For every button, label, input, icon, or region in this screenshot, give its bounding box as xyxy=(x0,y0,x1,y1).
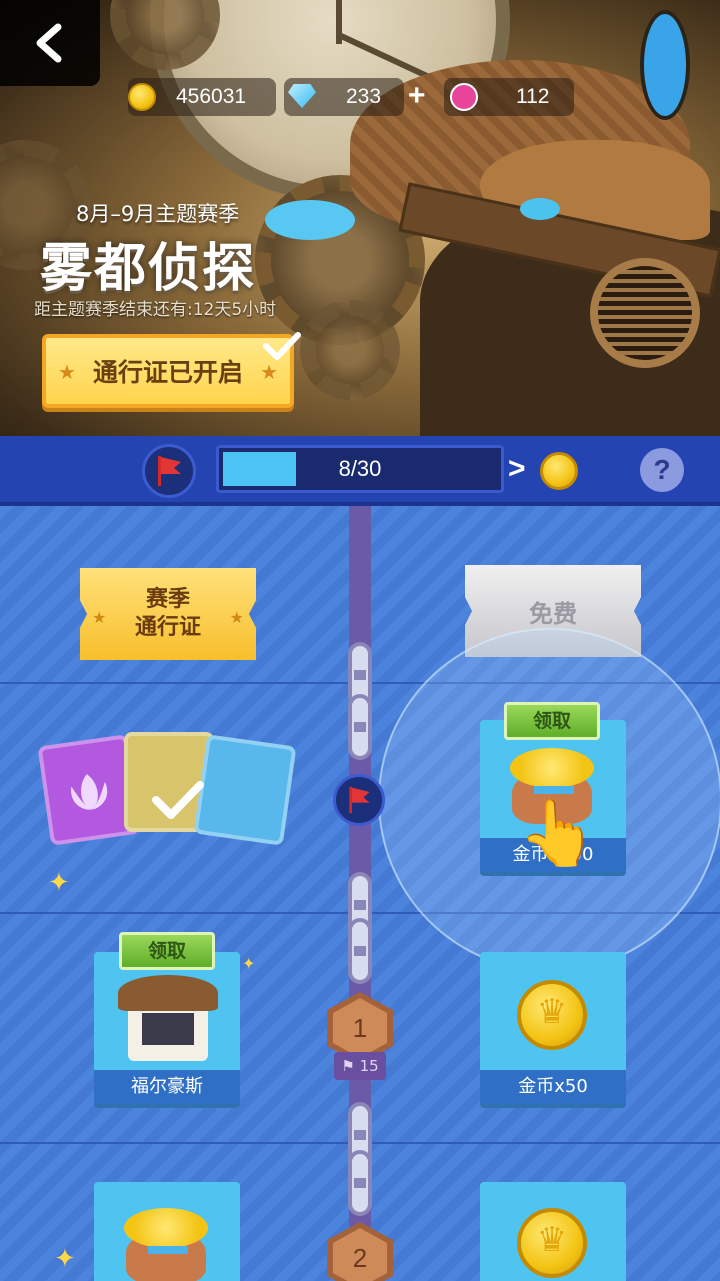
chain-link xyxy=(348,918,372,984)
star-icon: ★ xyxy=(58,360,76,384)
chevron-right-icon: > xyxy=(508,452,526,485)
add-gems-button[interactable]: + xyxy=(408,79,426,113)
season-progress-bar: 8/30 xyxy=(216,445,504,493)
level-number: 2 xyxy=(333,1228,387,1281)
ticket-card xyxy=(193,734,297,846)
progress-text: 8/30 xyxy=(338,456,382,481)
flag-icon xyxy=(158,456,181,486)
season-title: 雾都侦探 xyxy=(40,239,257,299)
decor-shape xyxy=(640,10,690,120)
gear-illustration xyxy=(300,300,400,400)
decor-shape xyxy=(265,200,355,240)
premium-reward-card-3[interactable] xyxy=(94,1182,240,1281)
free-reward-card-2[interactable]: 金币x50 xyxy=(480,952,626,1104)
sparkle-icon: ✦ xyxy=(48,868,70,898)
house-icon xyxy=(118,975,218,1061)
pointer-hand-icon: 👆 xyxy=(518,797,598,871)
coin-icon xyxy=(517,980,587,1050)
chain-link xyxy=(348,694,372,760)
season-banner: 456031 233 + 112 8月–9月主题赛季 雾都侦探 距主题赛季结束还… xyxy=(0,0,720,436)
flag-icon xyxy=(349,786,370,814)
lotus-icon xyxy=(71,774,108,810)
lotus-value: 112 xyxy=(516,85,550,108)
coin-icon xyxy=(128,83,156,111)
gem-balance: 233 xyxy=(284,78,404,116)
coin-icon xyxy=(517,1208,587,1278)
back-button[interactable] xyxy=(0,0,100,86)
premium-reward-bundle xyxy=(37,730,300,850)
season-countdown: 距主题赛季结束还有:12天5小时 xyxy=(34,300,277,320)
help-button[interactable]: ? xyxy=(640,448,684,492)
coin-value: 456031 xyxy=(176,85,247,108)
coin-icon xyxy=(540,452,578,490)
claim-button[interactable]: 领取 xyxy=(119,932,215,970)
gem-value: 233 xyxy=(346,85,382,108)
sparkle-icon: ✦ xyxy=(54,1244,76,1274)
coin-balance: 456031 xyxy=(128,78,276,116)
level-requirement-tag: ⚑ 15 xyxy=(334,1052,386,1080)
free-reward-card-3[interactable] xyxy=(480,1182,626,1281)
season-pass-button[interactable]: ★ 通行证已开启 ★ xyxy=(42,334,294,408)
check-icon xyxy=(263,332,301,360)
chain-link xyxy=(348,1150,372,1216)
star-icon: ★ xyxy=(92,608,107,627)
lotus-balance: 112 xyxy=(444,78,574,116)
level-number: 1 xyxy=(333,998,387,1058)
season-range: 8月–9月主题赛季 xyxy=(76,202,240,226)
claim-button[interactable]: 领取 xyxy=(504,702,600,740)
reward-caption: 金币x50 xyxy=(480,1070,626,1104)
star-icon: ★ xyxy=(229,608,244,627)
back-arrow-icon xyxy=(36,23,62,63)
premium-track-header[interactable]: ★ 赛季 通行证 ★ xyxy=(80,568,256,660)
sparkle-icon: ✦ xyxy=(242,954,256,973)
level-flag-badge xyxy=(142,444,196,498)
free-track-label: 免费 xyxy=(529,599,577,628)
gem-icon xyxy=(288,84,316,108)
premium-track-label: 赛季 通行证 xyxy=(134,587,201,640)
season-pass-label: 通行证已开启 xyxy=(92,358,243,387)
star-icon: ★ xyxy=(260,360,278,384)
check-icon xyxy=(152,781,204,819)
current-level-flag xyxy=(333,774,385,826)
level-requirement-value: 15 xyxy=(359,1057,379,1075)
lotus-icon xyxy=(450,83,478,111)
grille-illustration xyxy=(590,258,700,368)
coin-sack-icon xyxy=(118,1202,214,1281)
reward-caption: 福尔豪斯 xyxy=(94,1070,240,1104)
eye-illustration xyxy=(520,198,560,220)
